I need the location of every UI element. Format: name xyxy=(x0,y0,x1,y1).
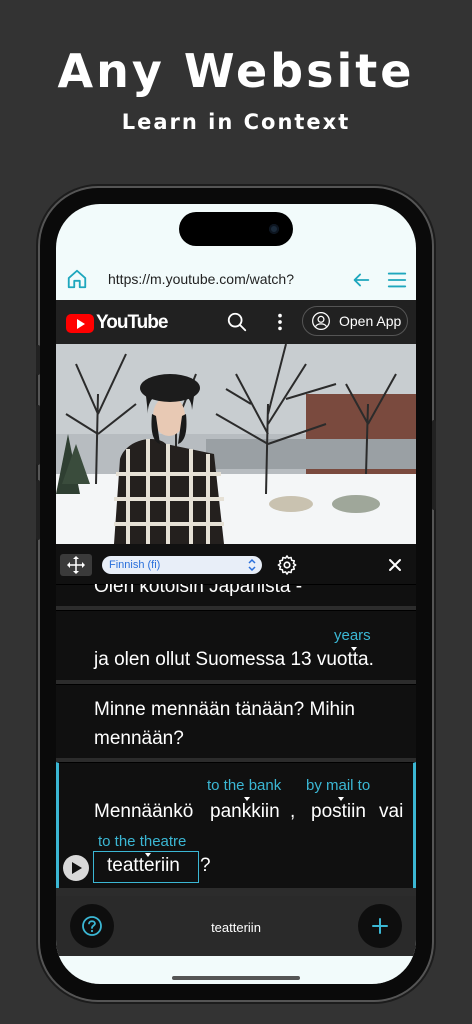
active-subtitle-card[interactable]: to the bank by mail to Mennäänkö pankkii… xyxy=(56,762,416,888)
word-gloss: to the theatre xyxy=(98,833,187,850)
subtitle-list: Olen kotoisin Japanista - years ja olen … xyxy=(56,584,416,896)
dynamic-island xyxy=(179,212,293,246)
phone-side-button xyxy=(36,480,40,540)
gear-icon[interactable] xyxy=(276,554,298,576)
url-text[interactable]: https://m.youtube.com/watch? xyxy=(108,271,294,287)
subtitle-word[interactable]: pankkiin xyxy=(210,801,280,823)
subtitle-word: , xyxy=(290,801,296,822)
youtube-play-logo-icon xyxy=(66,313,94,333)
phone-side-button xyxy=(432,420,436,510)
subtitle-toolbar: Finnish (fi) xyxy=(56,544,416,584)
youtube-logo[interactable]: YouTube xyxy=(66,312,168,334)
subtitle-word[interactable]: postiin xyxy=(311,801,366,823)
camera-icon xyxy=(269,224,279,234)
subtitle-word[interactable]: Mennäänkö xyxy=(94,801,193,823)
add-word-button[interactable] xyxy=(358,904,402,948)
video-player[interactable] xyxy=(56,344,416,544)
home-icon[interactable] xyxy=(66,268,88,290)
hamburger-menu-icon[interactable] xyxy=(386,269,408,291)
plus-icon xyxy=(372,918,388,934)
move-handle[interactable] xyxy=(60,554,92,576)
more-options-icon[interactable] xyxy=(272,311,288,333)
account-icon xyxy=(312,312,330,330)
subtitle-card[interactable]: years ja olen ollut Suomessa 13 vuotta. xyxy=(56,610,416,680)
word-gloss: years xyxy=(334,627,371,644)
subtitle-text: ja olen ollut Suomessa 13 vuotta. xyxy=(94,649,374,670)
subtitle-text: mennään? xyxy=(94,728,184,749)
search-icon[interactable] xyxy=(226,311,248,333)
phone-screen: https://m.youtube.com/watch? YouTube Ope xyxy=(56,204,416,984)
subtitle-text: Olen kotoisin Japanista - xyxy=(94,584,303,597)
home-indicator[interactable] xyxy=(172,976,300,980)
word-gloss: to the bank xyxy=(207,777,282,794)
browser-url-bar: https://m.youtube.com/watch? xyxy=(56,260,416,300)
selected-subtitle-word[interactable]: teatteriin xyxy=(107,855,180,877)
subtitle-card[interactable]: Minne mennään tänään? Mihin mennään? xyxy=(56,684,416,758)
open-app-label: Open App xyxy=(339,313,402,329)
phone-side-button xyxy=(36,405,40,465)
subtitle-card[interactable]: Olen kotoisin Japanista - xyxy=(56,584,416,606)
youtube-header: YouTube Open App xyxy=(56,300,416,344)
phone-side-button xyxy=(36,345,40,375)
language-select[interactable]: Finnish (fi) xyxy=(102,556,262,574)
play-button[interactable] xyxy=(63,855,89,881)
subtitle-word[interactable]: vai xyxy=(379,801,403,823)
back-arrow-icon[interactable] xyxy=(350,269,372,291)
subtitle-word: ? xyxy=(200,855,211,876)
promo-subheadline: Learn in Context xyxy=(121,110,351,134)
close-icon[interactable] xyxy=(386,556,404,574)
subtitle-text: Minne mennään tänään? Mihin xyxy=(94,699,355,720)
promo-headline: Any Website xyxy=(57,44,415,98)
word-gloss: by mail to xyxy=(306,777,371,794)
youtube-logo-text: YouTube xyxy=(96,312,168,333)
chevron-updown-icon xyxy=(248,558,256,572)
language-select-value: Finnish (fi) xyxy=(109,559,161,571)
open-app-button[interactable]: Open App xyxy=(302,306,408,336)
move-arrows-icon xyxy=(67,556,85,574)
